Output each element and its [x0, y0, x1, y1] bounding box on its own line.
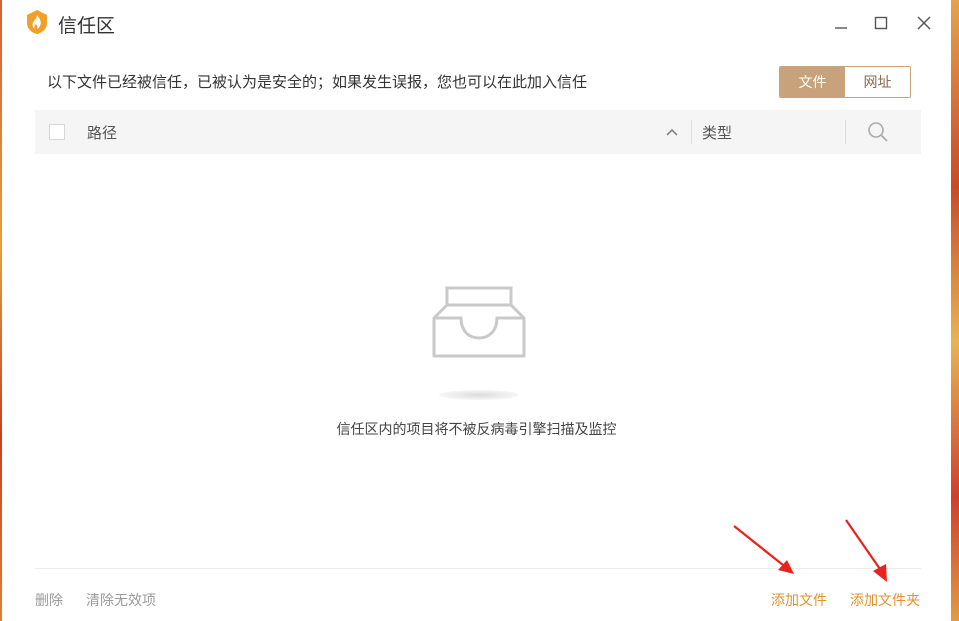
empty-tray-shadow — [439, 390, 519, 400]
trust-zone-window: 信任区 以下文件已经被信任，已被认为是安全的；如果发生误报，您也可以在此加入信任… — [2, 0, 951, 621]
add-file-button[interactable]: 添加文件 — [771, 590, 827, 610]
empty-state-message: 信任区内的项目将不被反病毒引擎扫描及监控 — [336, 422, 617, 438]
sort-ascending-icon[interactable] — [665, 124, 679, 143]
annotation-arrow-icon — [733, 525, 794, 574]
tab-url[interactable]: 网址 — [845, 67, 910, 97]
type-switch: 文件 网址 — [779, 66, 911, 98]
column-divider — [845, 120, 846, 144]
select-all-checkbox[interactable] — [49, 124, 65, 140]
title-bar[interactable]: 信任区 — [2, 0, 951, 46]
table-header: 路径 类型 — [35, 110, 921, 154]
window-title: 信任区 — [58, 15, 116, 37]
empty-tray-icon — [431, 283, 527, 363]
minimize-icon[interactable] — [828, 10, 854, 36]
annotation-arrow-icon — [845, 519, 887, 582]
column-divider — [691, 120, 692, 144]
tab-file[interactable]: 文件 — [780, 67, 845, 97]
clear-invalid-button[interactable]: 清除无效项 — [86, 590, 156, 610]
close-icon[interactable] — [911, 10, 937, 36]
column-path[interactable]: 路径 — [87, 122, 117, 143]
desktop-edge-right — [951, 0, 959, 621]
trust-zone-description: 以下文件已经被信任，已被认为是安全的；如果发生误报，您也可以在此加入信任 — [47, 73, 588, 91]
add-folder-button[interactable]: 添加文件夹 — [850, 590, 920, 610]
delete-button[interactable]: 删除 — [35, 590, 63, 610]
maximize-icon[interactable] — [868, 10, 894, 36]
search-icon[interactable] — [867, 121, 889, 147]
app-logo-icon — [25, 9, 49, 35]
column-type[interactable]: 类型 — [702, 122, 732, 143]
